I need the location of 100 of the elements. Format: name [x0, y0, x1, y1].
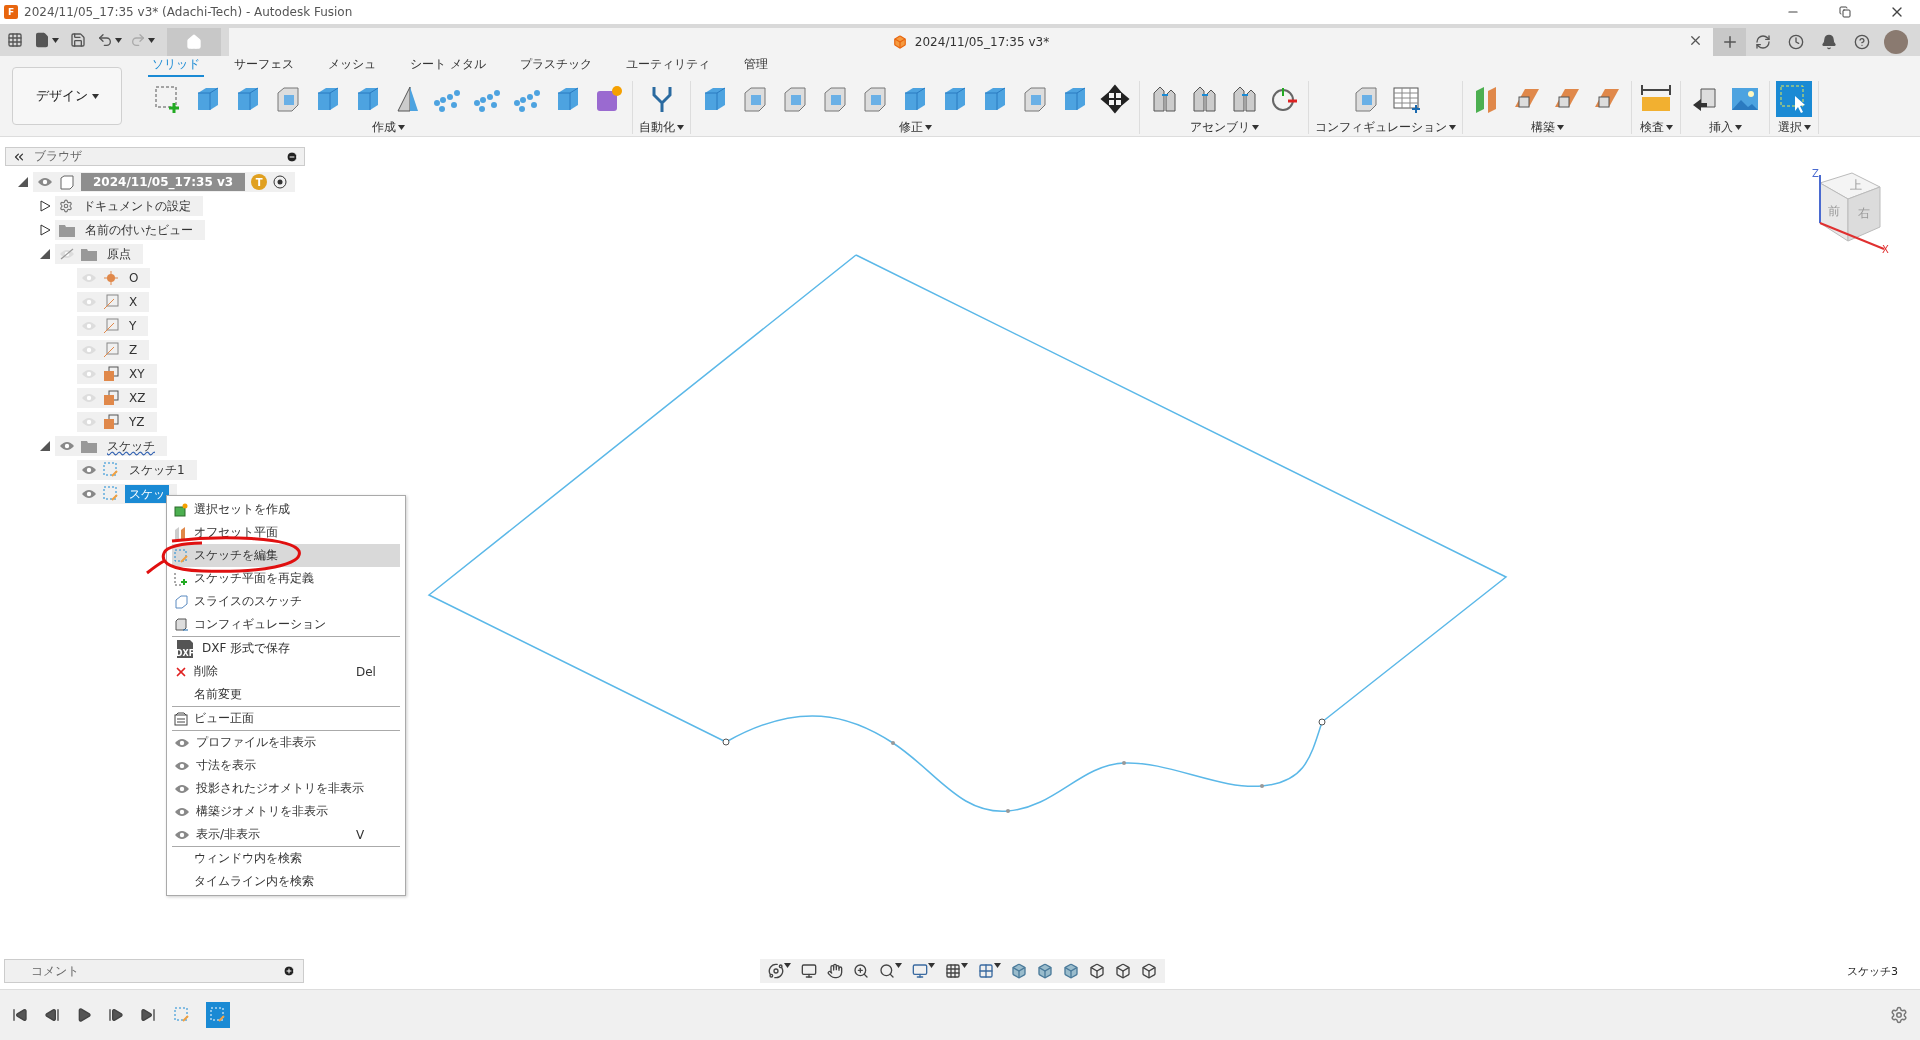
visual-style-button[interactable]	[1061, 963, 1081, 979]
caret-icon	[895, 963, 902, 968]
menu-item[interactable]: コンフィギュレーション	[172, 613, 400, 636]
viewports-button[interactable]	[976, 963, 1003, 979]
user-avatar[interactable]	[1884, 30, 1908, 54]
eye-icon[interactable]	[174, 828, 190, 841]
eye-icon[interactable]	[37, 176, 53, 188]
menu-item[interactable]: 構築ジオメトリを非表示	[172, 800, 400, 823]
collapse-icon[interactable]	[39, 440, 51, 452]
hidden-eye-icon[interactable]	[59, 248, 75, 260]
menu-item[interactable]: タイムライン内を検索	[172, 870, 400, 893]
tool-group-menu[interactable]: 自動化	[639, 117, 684, 136]
play-icon	[76, 1007, 92, 1023]
eye-icon[interactable]	[59, 440, 75, 452]
menu-item[interactable]: スケッチを編集	[172, 544, 400, 567]
tree-item-label: Y	[128, 318, 138, 335]
view-cube-drawing[interactable]: 上 前 右 Z X	[1792, 165, 1892, 255]
eye-icon[interactable]	[81, 464, 97, 476]
caret-icon	[961, 963, 968, 968]
expand-icon[interactable]	[39, 200, 51, 212]
eye-icon[interactable]	[174, 805, 190, 818]
tool-group-menu[interactable]: 検査	[1639, 117, 1673, 136]
menu-item[interactable]: 寸法を表示	[172, 754, 400, 777]
caret-icon	[397, 125, 405, 130]
tree-item[interactable]: 原点	[55, 244, 143, 264]
visual-style-button[interactable]	[1035, 963, 1055, 979]
user-badge: T	[251, 174, 268, 190]
tool-group-menu[interactable]: 修正	[898, 117, 932, 136]
tool-group-menu[interactable]: コンフィギュレーション	[1315, 117, 1456, 136]
timeline-feature[interactable]	[206, 1002, 230, 1028]
visual-style-button[interactable]	[1113, 963, 1133, 979]
close-tab-button[interactable]	[1688, 33, 1703, 48]
menu-item[interactable]: スケッチ平面を再定義	[172, 567, 400, 590]
menu-item[interactable]: 名前変更	[172, 683, 400, 706]
ribbon-tab[interactable]: メッシュ	[324, 56, 380, 77]
tree-item[interactable]: O	[77, 268, 151, 288]
eye-icon[interactable]	[174, 759, 190, 772]
expand-icon[interactable]	[39, 224, 51, 236]
grid-button[interactable]	[943, 963, 970, 979]
tree-item[interactable]: 名前の付いたビュー	[55, 220, 205, 240]
minimize-panel-button[interactable]	[286, 150, 298, 163]
visual-style-button[interactable]	[1139, 963, 1159, 979]
menu-item[interactable]: オフセット平面	[172, 521, 400, 544]
menu-item[interactable]: 投影されたジオメトリを非表示	[172, 777, 400, 800]
tool-group-menu[interactable]: アセンブリ	[1189, 117, 1259, 136]
tree-item-label: 2024/11/05_17:35 v3	[81, 173, 246, 191]
look-at-button[interactable]	[799, 963, 819, 979]
tree-item[interactable]: スケッチ1	[77, 460, 197, 480]
new-tab-button[interactable]	[1713, 28, 1746, 56]
document-tab[interactable]: 2024/11/05_17:35 v3*	[229, 28, 1713, 56]
tree-item[interactable]: スケッ	[77, 484, 177, 504]
ribbon-tab[interactable]: プラスチック	[515, 56, 596, 77]
menu-item[interactable]: ビュー正面	[172, 707, 400, 730]
workspace-dropdown[interactable]: デザイン	[12, 67, 122, 125]
ribbon-tab[interactable]: サーフェス	[230, 56, 298, 77]
tree-item[interactable]: XY	[77, 364, 157, 384]
axis-icon	[103, 294, 119, 310]
display-settings-button[interactable]	[910, 963, 937, 979]
ribbon-tab[interactable]: シート メタル	[406, 56, 490, 77]
visual-style-button[interactable]	[1087, 963, 1107, 979]
tool-group-menu[interactable]: 選択	[1777, 117, 1811, 136]
tree-item[interactable]: Z	[77, 340, 150, 360]
caret-icon	[1734, 125, 1742, 130]
menu-item[interactable]: スライスのスケッチ	[172, 590, 400, 613]
add-comment-button[interactable]	[283, 965, 295, 977]
ribbon-tab[interactable]: 管理	[739, 56, 772, 77]
tool-group-menu[interactable]: 構築	[1530, 117, 1564, 136]
previous-step-button[interactable]	[42, 1007, 62, 1023]
tree-item[interactable]: X	[77, 292, 150, 312]
settings-button[interactable]	[1888, 1006, 1910, 1024]
tree-item[interactable]: スケッチ	[55, 436, 167, 456]
last-step-button[interactable]	[138, 1007, 158, 1023]
orbit-button[interactable]	[766, 963, 793, 979]
caret-icon	[115, 37, 122, 43]
menu-item[interactable]: 削除 Del	[172, 660, 400, 683]
ribbon-tab[interactable]: ソリッド	[148, 56, 204, 77]
ribbon-tab[interactable]: ユーティリティ	[621, 56, 714, 77]
file-icon	[34, 32, 50, 48]
menu-item[interactable]: プロファイルを非表示	[172, 731, 400, 754]
tree-item[interactable]: ドキュメントの設定	[55, 196, 203, 216]
activate-radio-icon[interactable]	[273, 175, 288, 189]
tree-item[interactable]: XZ	[77, 388, 158, 408]
visual-style-button[interactable]	[1009, 963, 1029, 979]
tool-group-menu[interactable]: 挿入	[1708, 117, 1742, 136]
tree-item[interactable]: YZ	[77, 412, 157, 432]
first-step-button[interactable]	[10, 1007, 30, 1023]
menu-item[interactable]: ウィンドウ内を検索	[172, 847, 400, 870]
tool-group-menu[interactable]: 作成	[371, 117, 405, 136]
collapse-icon[interactable]	[39, 248, 51, 260]
eye-icon[interactable]	[81, 488, 97, 500]
collapse-icon[interactable]	[17, 176, 29, 188]
active-sketch-name: スケッチ3	[1847, 964, 1898, 979]
next-step-button[interactable]	[106, 1007, 126, 1023]
eye-icon[interactable]	[174, 736, 190, 749]
caret-icon	[1556, 125, 1564, 130]
tree-item[interactable]: Y	[77, 316, 149, 336]
eye-icon[interactable]	[174, 782, 190, 795]
pan-button[interactable]	[825, 963, 845, 979]
menu-item[interactable]: 表示/非表示 V	[172, 823, 400, 846]
fit-button[interactable]	[877, 963, 904, 979]
